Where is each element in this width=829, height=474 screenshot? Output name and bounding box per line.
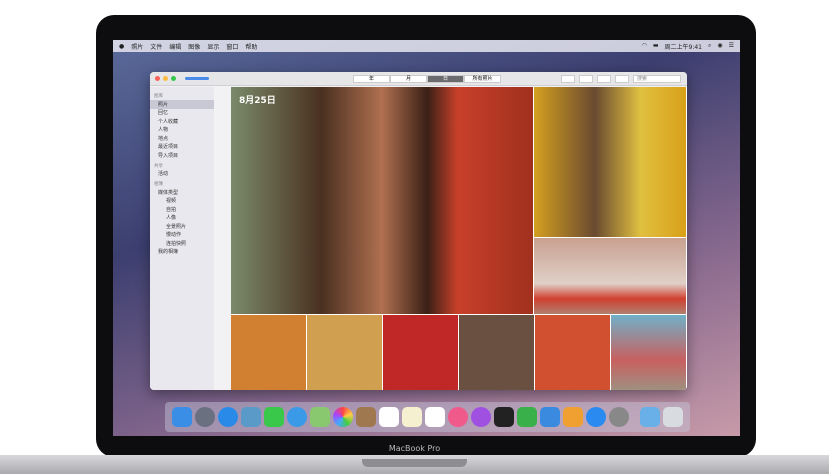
photo-man-yellow[interactable]: [534, 87, 686, 237]
safari-icon[interactable]: [218, 407, 238, 427]
photo-thumb-5[interactable]: [535, 315, 610, 390]
sidebar-item-people[interactable]: 人物: [150, 126, 214, 135]
tv-icon[interactable]: [494, 407, 514, 427]
sidebar: 图库 照片 回忆 个人收藏 人物 地点 最近项目 导入项目 共享 活动 相簿 媒…: [150, 87, 214, 390]
calendar-icon[interactable]: [379, 407, 399, 427]
notes-icon[interactable]: [402, 407, 422, 427]
photo-thumb-4[interactable]: [459, 315, 534, 390]
rotate-button[interactable]: [615, 75, 629, 83]
photo-thumb-1[interactable]: [231, 315, 306, 390]
photos-window: 年 月 日 所有照片 搜索 图库 照片 回忆 个人收藏 人物 地点 最近项目 导…: [150, 72, 687, 390]
view-segmented-control: 年 月 日 所有照片: [353, 75, 501, 83]
photo-thumb-3[interactable]: [383, 315, 458, 390]
sidebar-item-selfies[interactable]: 自拍: [150, 205, 214, 214]
sidebar-item-imports[interactable]: 导入项目: [150, 151, 214, 160]
info-button[interactable]: [561, 75, 575, 83]
sidebar-item-places[interactable]: 地点: [150, 134, 214, 143]
search-input[interactable]: 搜索: [633, 75, 681, 83]
share-button[interactable]: [579, 75, 593, 83]
siri-icon[interactable]: ◉: [717, 42, 722, 51]
pages-icon[interactable]: [563, 407, 583, 427]
finder-icon[interactable]: [172, 407, 192, 427]
menu-file[interactable]: 文件: [150, 42, 162, 51]
photo-booth-icon[interactable]: [241, 407, 261, 427]
photo-thumb-6[interactable]: [611, 315, 686, 390]
sidebar-item-videos[interactable]: 视频: [150, 197, 214, 206]
notification-center-icon[interactable]: ☰: [729, 42, 734, 51]
system-preferences-icon[interactable]: [609, 407, 629, 427]
maps-icon[interactable]: [310, 407, 330, 427]
zoom-slider[interactable]: [185, 77, 209, 80]
tab-years[interactable]: 年: [353, 75, 390, 83]
sidebar-item-favorites[interactable]: 个人收藏: [150, 117, 214, 126]
photo-large-portrait[interactable]: 8月25日: [231, 87, 533, 314]
laptop-notch: [362, 459, 467, 467]
menu-window[interactable]: 窗口: [226, 42, 238, 51]
sidebar-item-portrait[interactable]: 人像: [150, 214, 214, 223]
photo-beach[interactable]: [534, 238, 686, 314]
photo-grid: 8月25日: [231, 87, 687, 390]
menu-bar: ● 照片 文件 编辑 图像 显示 窗口 帮助 ◠ ▬ 周二上午9:41 ⌕ ◉ …: [113, 40, 740, 52]
section-library: 图库: [154, 94, 163, 99]
folder-icon[interactable]: [640, 407, 660, 427]
brand-label: MacBook Pro: [388, 444, 441, 453]
dock: [165, 402, 690, 432]
wifi-icon[interactable]: ◠: [642, 42, 647, 51]
mail-icon[interactable]: [287, 407, 307, 427]
reminders-icon[interactable]: [425, 407, 445, 427]
favorite-button[interactable]: [597, 75, 611, 83]
music-icon[interactable]: [448, 407, 468, 427]
title-bar: 年 月 日 所有照片 搜索: [150, 72, 687, 86]
numbers-icon[interactable]: [517, 407, 537, 427]
tab-all-photos[interactable]: 所有照片: [464, 75, 501, 83]
sidebar-item-activity[interactable]: 活动: [150, 170, 214, 179]
menu-edit[interactable]: 编辑: [169, 42, 181, 51]
launchpad-icon[interactable]: [195, 407, 215, 427]
podcasts-icon[interactable]: [471, 407, 491, 427]
sidebar-item-memories[interactable]: 回忆: [150, 109, 214, 118]
tab-days[interactable]: 日: [427, 75, 464, 83]
sidebar-item-my-albums[interactable]: 我的相簿: [150, 248, 214, 257]
sidebar-item-slo-mo[interactable]: 慢动作: [150, 231, 214, 240]
close-button[interactable]: [155, 76, 160, 81]
sidebar-item-panoramas[interactable]: 全景照片: [150, 222, 214, 231]
section-shared: 共享: [154, 163, 163, 169]
photos-icon[interactable]: [333, 407, 353, 427]
battery-icon[interactable]: ▬: [653, 42, 659, 51]
date-heading: 8月25日: [239, 96, 276, 106]
menu-help[interactable]: 帮助: [245, 42, 257, 51]
photo-thumb-2[interactable]: [307, 315, 382, 390]
tab-months[interactable]: 月: [390, 75, 427, 83]
clock[interactable]: 周二上午9:41: [665, 42, 702, 51]
trash-icon[interactable]: [663, 407, 683, 427]
sidebar-item-bursts[interactable]: 连拍快照: [150, 239, 214, 248]
zoom-button[interactable]: [171, 76, 176, 81]
spotlight-icon[interactable]: ⌕: [708, 42, 711, 51]
app-store-icon[interactable]: [586, 407, 606, 427]
apple-menu-icon[interactable]: ●: [119, 43, 124, 50]
minimize-button[interactable]: [163, 76, 168, 81]
menu-photos[interactable]: 照片: [131, 42, 143, 51]
menu-image[interactable]: 图像: [188, 42, 200, 51]
section-albums: 相簿: [154, 182, 163, 187]
menu-view[interactable]: 显示: [207, 42, 219, 51]
keynote-icon[interactable]: [540, 407, 560, 427]
messages-icon[interactable]: [264, 407, 284, 427]
screen: ● 照片 文件 编辑 图像 显示 窗口 帮助 ◠ ▬ 周二上午9:41 ⌕ ◉ …: [113, 40, 740, 436]
sidebar-item-recents[interactable]: 最近项目: [150, 143, 214, 152]
sidebar-item-photos[interactable]: 照片: [150, 100, 214, 109]
contacts-icon[interactable]: [356, 407, 376, 427]
sidebar-item-media-types[interactable]: 媒体类型: [150, 188, 214, 197]
